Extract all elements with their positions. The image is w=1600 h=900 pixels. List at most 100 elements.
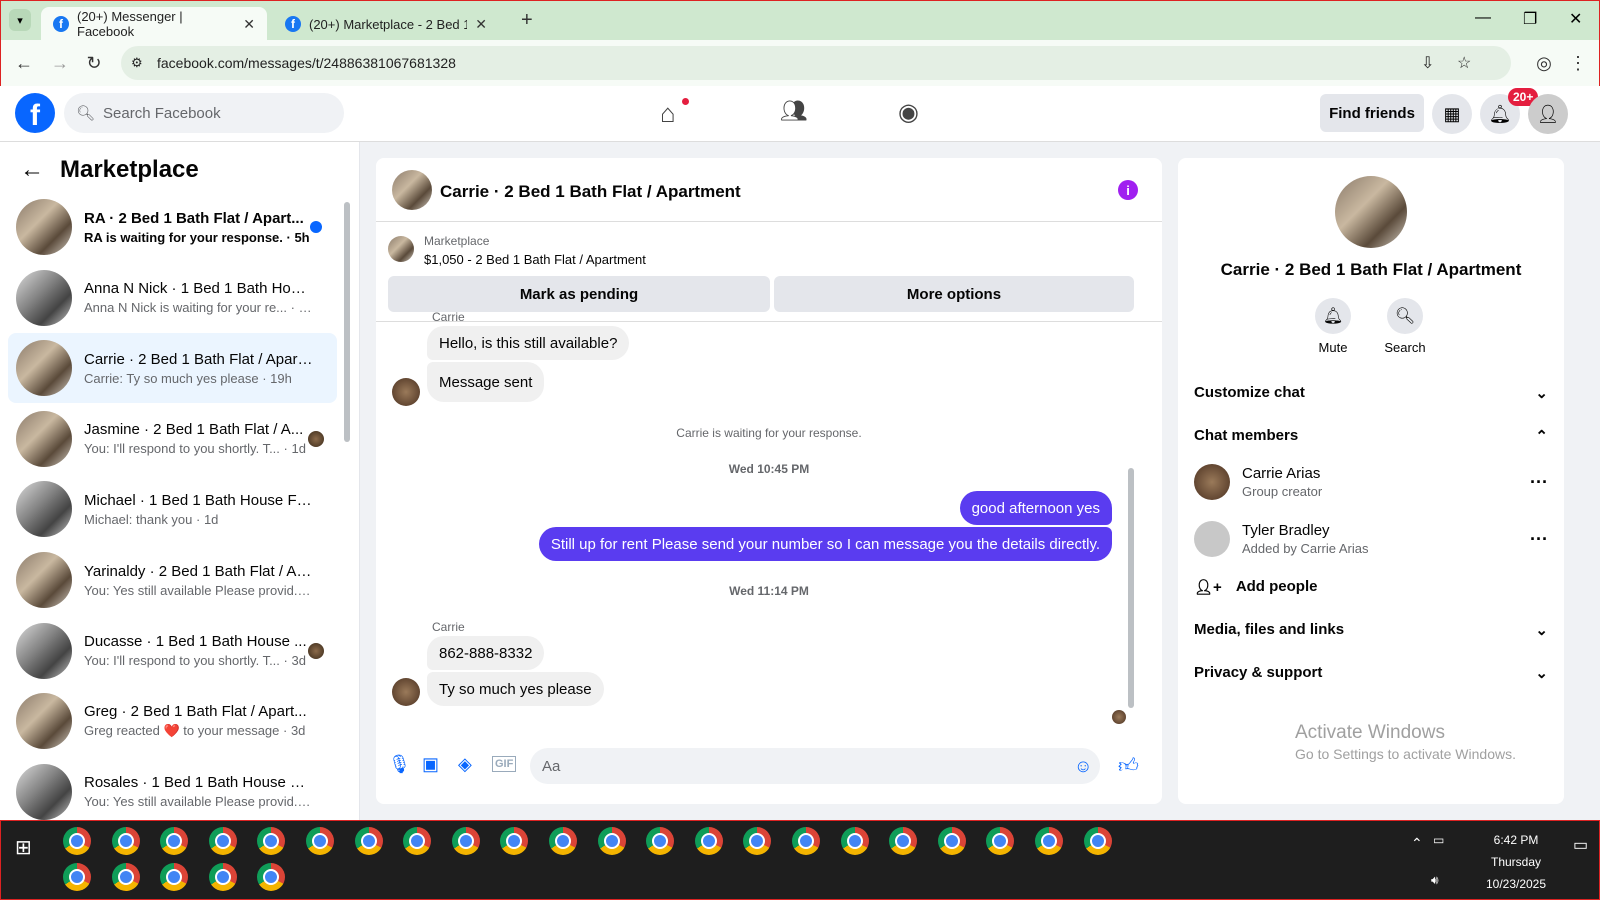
conversation-item[interactable]: Ducasse · 1 Bed 1 Bath House ... You: I'l…: [8, 616, 337, 686]
conversation-item[interactable]: Greg · 2 Bed 1 Bath Flat / Apart... Greg …: [8, 686, 337, 756]
message-bubble[interactable]: Ty so much yes please: [427, 672, 604, 706]
photo-icon[interactable]: ▣: [422, 754, 439, 775]
taskbar-app-icon[interactable]: [549, 827, 577, 855]
conversation-item[interactable]: RA · 2 Bed 1 Bath Flat / Apart... RA is w…: [8, 192, 337, 262]
groups-icon[interactable]: ◉: [898, 98, 919, 127]
conversation-item[interactable]: Michael · 1 Bed 1 Bath House For... Micha…: [8, 474, 337, 544]
find-friends-button[interactable]: Find friends: [1320, 94, 1424, 132]
chat-info-avatar[interactable]: [1335, 176, 1407, 248]
back-arrow-icon[interactable]: ←: [20, 156, 44, 184]
chat-scrollbar[interactable]: [1128, 468, 1134, 708]
network-icon[interactable]: ▭: [1433, 833, 1444, 847]
taskbar-app-icon[interactable]: [111, 863, 140, 891]
account-avatar[interactable]: 👤︎: [1528, 94, 1568, 134]
microphone-icon[interactable]: 🎙︎: [388, 754, 411, 775]
member-row[interactable]: Tyler Bradley Added by Carrie Arias ···: [1194, 521, 1548, 557]
facebook-logo-icon[interactable]: f: [15, 93, 55, 133]
clock[interactable]: 6:42 PM Thursday 10/23/2025: [1471, 833, 1561, 891]
taskbar-app-icon[interactable]: [986, 827, 1015, 855]
url-field[interactable]: ⚙ facebook.com/messages/t/24886381067681…: [121, 46, 1511, 80]
conversation-item[interactable]: Rosales · 1 Bed 1 Bath House For... You: …: [8, 757, 337, 827]
media-section[interactable]: Media, files and links ⌄: [1194, 621, 1548, 639]
taskbar-app-icon[interactable]: [792, 827, 820, 855]
more-options-icon[interactable]: ···: [1530, 472, 1548, 493]
taskbar-app-icon[interactable]: [63, 863, 91, 891]
gif-icon[interactable]: GIF: [492, 756, 517, 772]
privacy-section[interactable]: Privacy & support ⌄: [1194, 664, 1548, 682]
close-icon[interactable]: ✕: [475, 16, 487, 33]
taskbar-app-icon[interactable]: [500, 827, 529, 855]
volume-icon[interactable]: 🔊︎: [1431, 873, 1439, 888]
taskbar-app-icon[interactable]: [451, 827, 480, 855]
close-icon[interactable]: ✕: [243, 16, 255, 33]
listing-price-title[interactable]: $1,050 - 2 Bed 1 Bath Flat / Apartment: [424, 252, 646, 267]
tab-messenger[interactable]: f (20+) Messenger | Facebook ✕: [41, 7, 267, 41]
windows-start-icon[interactable]: ⊞: [15, 835, 32, 860]
message-input[interactable]: Aa ☺: [530, 748, 1100, 784]
more-options-button[interactable]: More options: [774, 276, 1134, 312]
new-tab-icon[interactable]: +: [521, 9, 533, 32]
taskbar-app-icon[interactable]: [257, 827, 286, 855]
taskbar-app-icon[interactable]: [257, 863, 286, 891]
taskbar-app-icon[interactable]: [403, 827, 432, 855]
conversation-item[interactable]: Jasmine · 2 Bed 1 Bath Flat / A... You: I…: [8, 404, 337, 474]
taskbar-app-icon[interactable]: [937, 827, 966, 855]
taskbar-app-icon[interactable]: [354, 827, 383, 855]
back-icon[interactable]: ←: [11, 50, 37, 76]
chat-avatar[interactable]: [392, 170, 432, 210]
reload-icon[interactable]: ↻: [81, 50, 107, 76]
conversation-item[interactable]: Yarinaldy · 2 Bed 1 Bath Flat / Ap... You…: [8, 545, 337, 615]
sender-avatar[interactable]: [392, 678, 420, 706]
taskbar-app-icon[interactable]: [1083, 827, 1112, 855]
tab-search-icon[interactable]: ▾: [9, 9, 31, 31]
home-icon[interactable]: ⌂: [660, 98, 676, 129]
message-bubble[interactable]: 862-888-8332: [427, 636, 545, 670]
sidebar-scrollbar[interactable]: [344, 202, 350, 442]
restore-icon[interactable]: ❐: [1523, 9, 1537, 29]
install-icon[interactable]: ⇩: [1421, 53, 1434, 73]
taskbar-app-icon[interactable]: [743, 827, 772, 855]
my-message-bubble[interactable]: Still up for rent Please send your numbe…: [538, 527, 1112, 561]
search-input[interactable]: 🔍︎ Search Facebook: [64, 93, 344, 133]
bookmark-star-icon[interactable]: ☆: [1457, 53, 1471, 73]
sender-avatar[interactable]: [392, 378, 420, 406]
customize-chat-section[interactable]: Customize chat ⌄: [1194, 384, 1548, 402]
minimize-icon[interactable]: —: [1475, 9, 1491, 27]
taskbar-app-icon[interactable]: [306, 827, 334, 855]
taskbar-app-icon[interactable]: [160, 863, 189, 891]
search-chat-button[interactable]: 🔍︎ Search: [1370, 298, 1440, 355]
taskbar-app-icon[interactable]: [1035, 827, 1063, 855]
taskbar-app-icon[interactable]: [694, 827, 723, 855]
emoji-icon[interactable]: ☺: [1074, 756, 1092, 777]
show-hidden-icons-icon[interactable]: ⌃: [1411, 835, 1423, 852]
conversation-item[interactable]: Carrie · 2 Bed 1 Bath Flat / Apart... Car…: [8, 333, 337, 404]
taskbar-app-icon[interactable]: [208, 827, 237, 855]
info-icon[interactable]: i: [1118, 180, 1138, 200]
add-people-button[interactable]: 👤︎+ Add people: [1194, 578, 1548, 596]
taskbar-app-icon[interactable]: [840, 827, 869, 855]
site-info-icon[interactable]: ⚙: [131, 55, 143, 71]
taskbar-app-icon[interactable]: [646, 827, 675, 855]
taskbar-app-icon[interactable]: [111, 827, 140, 855]
mark-pending-button[interactable]: Mark as pending: [388, 276, 770, 312]
chat-members-section[interactable]: Chat members ⌃: [1194, 427, 1548, 445]
friends-icon[interactable]: 👥︎: [780, 98, 808, 124]
tab-marketplace[interactable]: f (20+) Marketplace - 2 Bed 1 Ba ✕: [273, 7, 499, 41]
sticker-icon[interactable]: ◈: [458, 754, 472, 775]
taskbar-app-icon[interactable]: [208, 863, 237, 891]
menu-grid-icon[interactable]: ▦: [1432, 94, 1472, 134]
menu-kebab-icon[interactable]: ⋮: [1565, 50, 1591, 76]
forward-icon[interactable]: →: [47, 50, 73, 76]
like-icon[interactable]: 👍︎: [1118, 754, 1139, 778]
listing-thumbnail[interactable]: [388, 236, 414, 262]
taskbar-app-icon[interactable]: [597, 827, 626, 855]
chat-title[interactable]: Carrie · 2 Bed 1 Bath Flat / Apartment: [440, 182, 741, 202]
window-close-icon[interactable]: ✕: [1569, 9, 1582, 29]
mute-button[interactable]: 🔔︎ Mute: [1298, 298, 1368, 355]
taskbar-app-icon[interactable]: [63, 827, 91, 855]
member-row[interactable]: Carrie Arias Group creator ···: [1194, 464, 1548, 500]
taskbar-app-icon[interactable]: [160, 827, 189, 855]
conversation-item[interactable]: Anna N Nick · 1 Bed 1 Bath Hous... Anna N…: [8, 263, 337, 333]
message-bubble[interactable]: Hello, is this still available?: [427, 326, 630, 360]
taskbar-app-icon[interactable]: [889, 827, 918, 855]
